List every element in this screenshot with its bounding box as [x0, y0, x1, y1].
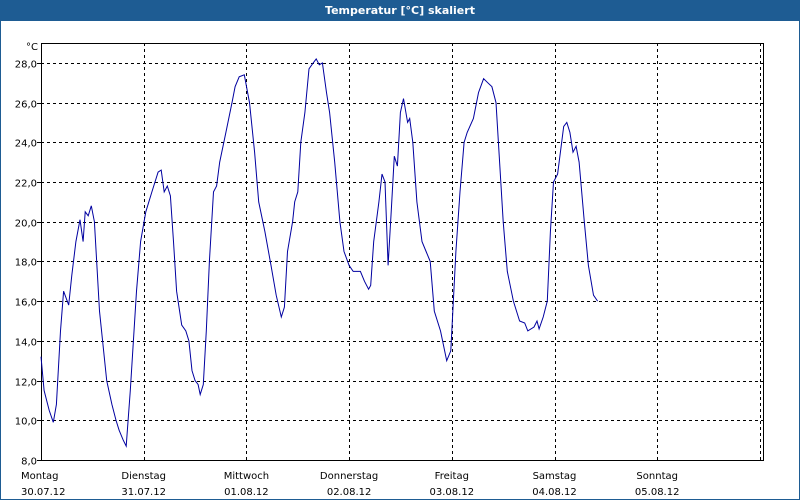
- chart-window: Temperatur [°C] skaliert 8,0 10,0 12,0 14,0…: [0, 0, 800, 500]
- x-day-label: Dienstag 31.07.12: [121, 471, 166, 498]
- y-tick-label: 10,0: [15, 417, 37, 428]
- x-day-label: Freitag 03.08.12: [430, 471, 475, 498]
- x-axis-labels: Montag 30.07.12 Dienstag 31.07.12 Mittwoch 01…: [21, 471, 679, 498]
- x-weekday-label: Montag: [21, 471, 58, 482]
- x-day-label: Mittwoch 01.08.12: [224, 471, 269, 498]
- x-date-label: 05.08.12: [635, 487, 680, 498]
- x-date-label: 03.08.12: [430, 487, 475, 498]
- y-axis-ticks: 8,0 10,0 12,0 14,0 16,0 18,0 20,0 22,0 24,0 26,0 2…: [15, 60, 41, 468]
- y-tick-label: 14,0: [15, 338, 37, 349]
- y-tick-label: 16,0: [15, 298, 37, 309]
- y-tick-label: 20,0: [15, 219, 37, 230]
- temperature-series-line: [40, 57, 599, 448]
- x-date-label: 30.07.12: [21, 487, 66, 498]
- x-day-label: Samstag 04.08.12: [532, 471, 577, 498]
- x-weekday-label: Donnerstag: [320, 471, 378, 482]
- y-axis-unit: °C: [26, 42, 38, 53]
- y-tick-label: 24,0: [15, 139, 37, 150]
- window-title: Temperatur [°C] skaliert: [1, 1, 799, 21]
- y-tick-label: 28,0: [15, 60, 37, 71]
- x-day-label: Donnerstag 02.08.12: [320, 471, 378, 498]
- x-weekday-label: Mittwoch: [224, 471, 269, 482]
- x-day-label: Montag 30.07.12: [21, 471, 66, 498]
- x-weekday-label: Freitag: [435, 471, 469, 482]
- x-weekday-label: Dienstag: [121, 471, 166, 482]
- plot-frame: [41, 43, 764, 461]
- x-weekday-label: Sonntag: [636, 471, 678, 482]
- temperature-chart: 8,0 10,0 12,0 14,0 16,0 18,0 20,0 22,0 24,0 26,0 2…: [15, 42, 764, 498]
- x-date-label: 31.07.12: [121, 487, 166, 498]
- y-tick-label: 18,0: [15, 258, 37, 269]
- y-tick-label: 12,0: [15, 378, 37, 389]
- x-date-label: 02.08.12: [327, 487, 372, 498]
- x-day-label: Sonntag 05.08.12: [635, 471, 680, 498]
- y-tick-label: 8,0: [21, 457, 37, 468]
- x-date-label: 01.08.12: [224, 487, 269, 498]
- y-tick-label: 26,0: [15, 100, 37, 111]
- x-date-label: 04.08.12: [532, 487, 577, 498]
- x-weekday-label: Samstag: [533, 471, 577, 482]
- y-tick-label: 22,0: [15, 179, 37, 190]
